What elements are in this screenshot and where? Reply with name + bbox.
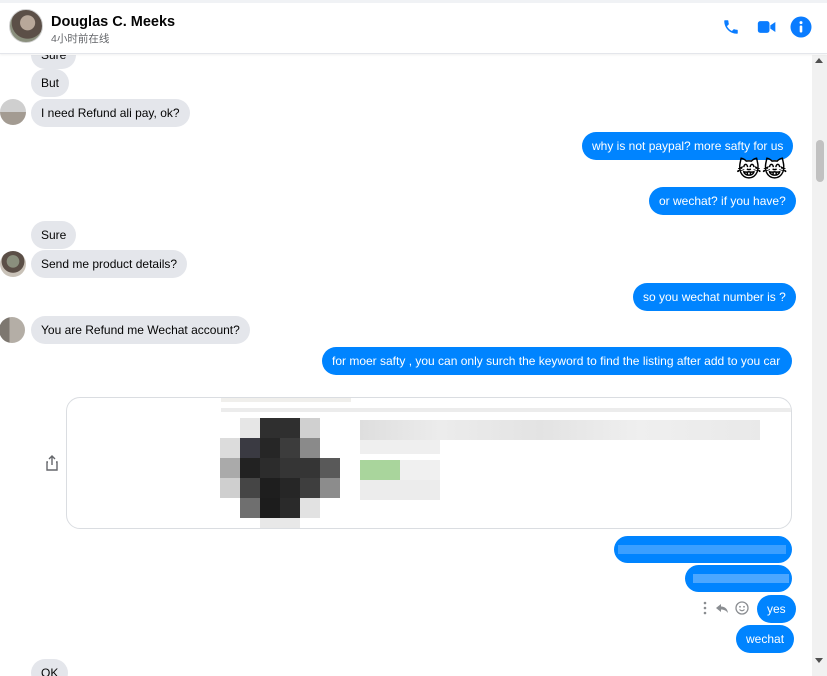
blurred-text bbox=[400, 460, 440, 480]
message-outgoing[interactable]: for moer safty , you can only surch the … bbox=[322, 347, 792, 375]
reply-icon[interactable] bbox=[715, 601, 729, 615]
message-incoming[interactable]: Send me product details? bbox=[31, 250, 188, 278]
react-emoji-icon[interactable] bbox=[735, 601, 749, 615]
video-icon[interactable] bbox=[756, 17, 778, 37]
blurred-divider bbox=[221, 408, 791, 412]
message-incoming[interactable]: Sure bbox=[31, 55, 77, 69]
message-incoming[interactable]: I need Refund ali pay, ok? bbox=[31, 99, 190, 127]
blurred-title bbox=[360, 420, 760, 440]
contact-avatar-small[interactable] bbox=[0, 251, 26, 277]
emoji-message[interactable]: 😹😹 bbox=[736, 157, 787, 185]
message-outgoing[interactable]: or wechat? if you have? bbox=[649, 187, 796, 215]
message-outgoing[interactable]: why is not paypal? more safty for us bbox=[582, 132, 794, 160]
blurred-text bbox=[360, 480, 440, 500]
contact-status: 4小时前在线 bbox=[51, 33, 110, 45]
contact-avatar[interactable] bbox=[9, 9, 43, 43]
more-options-icon[interactable] bbox=[702, 601, 708, 615]
conversation-header: Douglas C. Meeks 4小时前在线 bbox=[0, 0, 827, 54]
product-thumbnail[interactable] bbox=[220, 418, 340, 528]
link-preview-card[interactable] bbox=[66, 397, 792, 529]
blurred-image-strip bbox=[221, 398, 351, 402]
message-outgoing[interactable]: wechat bbox=[736, 625, 795, 653]
blurred-subtitle bbox=[360, 440, 440, 454]
message-incoming[interactable]: But bbox=[31, 69, 70, 97]
message-incoming[interactable]: OK bbox=[31, 659, 69, 676]
message-outgoing-redacted[interactable] bbox=[614, 536, 792, 563]
messenger-window: Douglas C. Meeks 4小时前在线 Sure But I need … bbox=[0, 0, 827, 676]
scrollbar-thumb[interactable] bbox=[816, 140, 824, 182]
contact-name[interactable]: Douglas C. Meeks bbox=[51, 14, 175, 30]
message-outgoing-redacted[interactable] bbox=[685, 565, 792, 592]
contact-avatar-small[interactable] bbox=[0, 99, 26, 125]
top-divider bbox=[0, 0, 827, 3]
info-icon[interactable] bbox=[790, 16, 812, 38]
message-outgoing[interactable]: yes bbox=[757, 595, 796, 623]
share-icon[interactable] bbox=[45, 455, 59, 471]
blurred-price-tag bbox=[360, 460, 400, 480]
phone-icon[interactable] bbox=[721, 17, 741, 37]
message-incoming[interactable]: You are Refund me Wechat account? bbox=[31, 316, 250, 344]
scroll-down-arrow[interactable] bbox=[815, 658, 823, 663]
message-outgoing[interactable]: so you wechat number is ? bbox=[633, 283, 796, 311]
scroll-up-arrow[interactable] bbox=[815, 58, 823, 63]
message-incoming[interactable]: Sure bbox=[31, 221, 77, 249]
contact-avatar-small[interactable] bbox=[0, 317, 25, 343]
